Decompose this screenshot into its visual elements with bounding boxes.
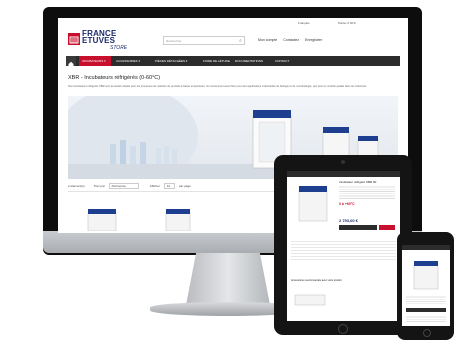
- phone-home-button: [423, 329, 431, 337]
- show-label: Afficher: [149, 184, 160, 188]
- brand-line2: ETUVES: [82, 36, 116, 45]
- nav-documentations[interactable]: DOCUMENTATIONS: [235, 59, 263, 63]
- tablet-related-product[interactable]: [293, 289, 333, 309]
- phone-nav: [402, 245, 450, 250]
- nav-contact[interactable]: CONTACT: [275, 59, 289, 63]
- phone-more-content: [406, 315, 446, 323]
- item-count: 2 élément(s): [68, 184, 85, 188]
- tablet-buy-button[interactable]: [379, 225, 395, 230]
- language-selector[interactable]: Français: [298, 21, 310, 25]
- tablet-home-button: [338, 324, 348, 334]
- search-icon[interactable]: ⌕: [239, 38, 242, 44]
- tablet-related-title: Accessoires recommandés avec votre produ…: [291, 279, 342, 282]
- brand-sub: STORE: [110, 45, 128, 51]
- nav-incubateurs[interactable]: INCUBATEURS ▾: [82, 59, 106, 63]
- monitor-stand: [186, 253, 270, 305]
- header-links: Mon compte Contactez Enregistrer: [258, 38, 327, 42]
- tablet-website: Incubateur réfrigéré XBR 60 0 à +60°C 2 …: [287, 171, 400, 321]
- tablet-nav: [287, 171, 400, 177]
- phone-product-image: [413, 261, 439, 290]
- contact-link[interactable]: Contactez: [283, 38, 299, 42]
- nav-accessoires[interactable]: ACCESSOIRES ▾: [116, 59, 140, 63]
- phone-add-to-cart[interactable]: [406, 308, 446, 312]
- home-icon[interactable]: [66, 56, 76, 67]
- tablet-product-image: [298, 186, 328, 222]
- category-description: Nos incubateurs réfrigérés XBR sont la s…: [68, 85, 368, 88]
- per-page-select[interactable]: 12: [163, 183, 176, 189]
- tablet-camera: [341, 160, 345, 164]
- sort-select[interactable]: Pertinence: [108, 183, 139, 189]
- tablet-add-to-cart[interactable]: [339, 225, 377, 230]
- brand-logo[interactable]: FRANCE ETUVES: [82, 30, 117, 45]
- nav-foire[interactable]: FOIRE DE LÉTUDE: [203, 59, 230, 63]
- account-link[interactable]: Mon compte: [258, 38, 277, 42]
- top-strip: Français Panier 0,00 €: [58, 18, 408, 28]
- tablet-product-desc: [339, 185, 395, 199]
- tablet-temp-range: 0 à +60°C: [339, 202, 355, 206]
- tablet-product-title: Incubateur réfrigéré XBR 60: [339, 180, 377, 184]
- logo-icon: [68, 33, 80, 45]
- page-title: XBR - Incubateurs réfrigérés (0-60°C): [68, 75, 161, 81]
- product-card[interactable]: [158, 203, 198, 232]
- tablet-price: 2 793,00 €: [339, 218, 358, 223]
- phone-website: [402, 245, 450, 326]
- per-page-label: par page: [178, 184, 191, 188]
- nav-pieces[interactable]: PIÈCES DÉTACHÉES ▾: [155, 59, 187, 63]
- phone-product-desc: [406, 295, 446, 305]
- product-card[interactable]: [83, 203, 123, 232]
- sort-label: Trier par: [93, 184, 105, 188]
- cart-link[interactable]: Panier 0,00 €: [338, 21, 356, 25]
- register-link[interactable]: Enregistrer: [305, 38, 322, 42]
- search-input[interactable]: Rechercher: [163, 36, 245, 45]
- tablet-tabs-content: [291, 239, 396, 261]
